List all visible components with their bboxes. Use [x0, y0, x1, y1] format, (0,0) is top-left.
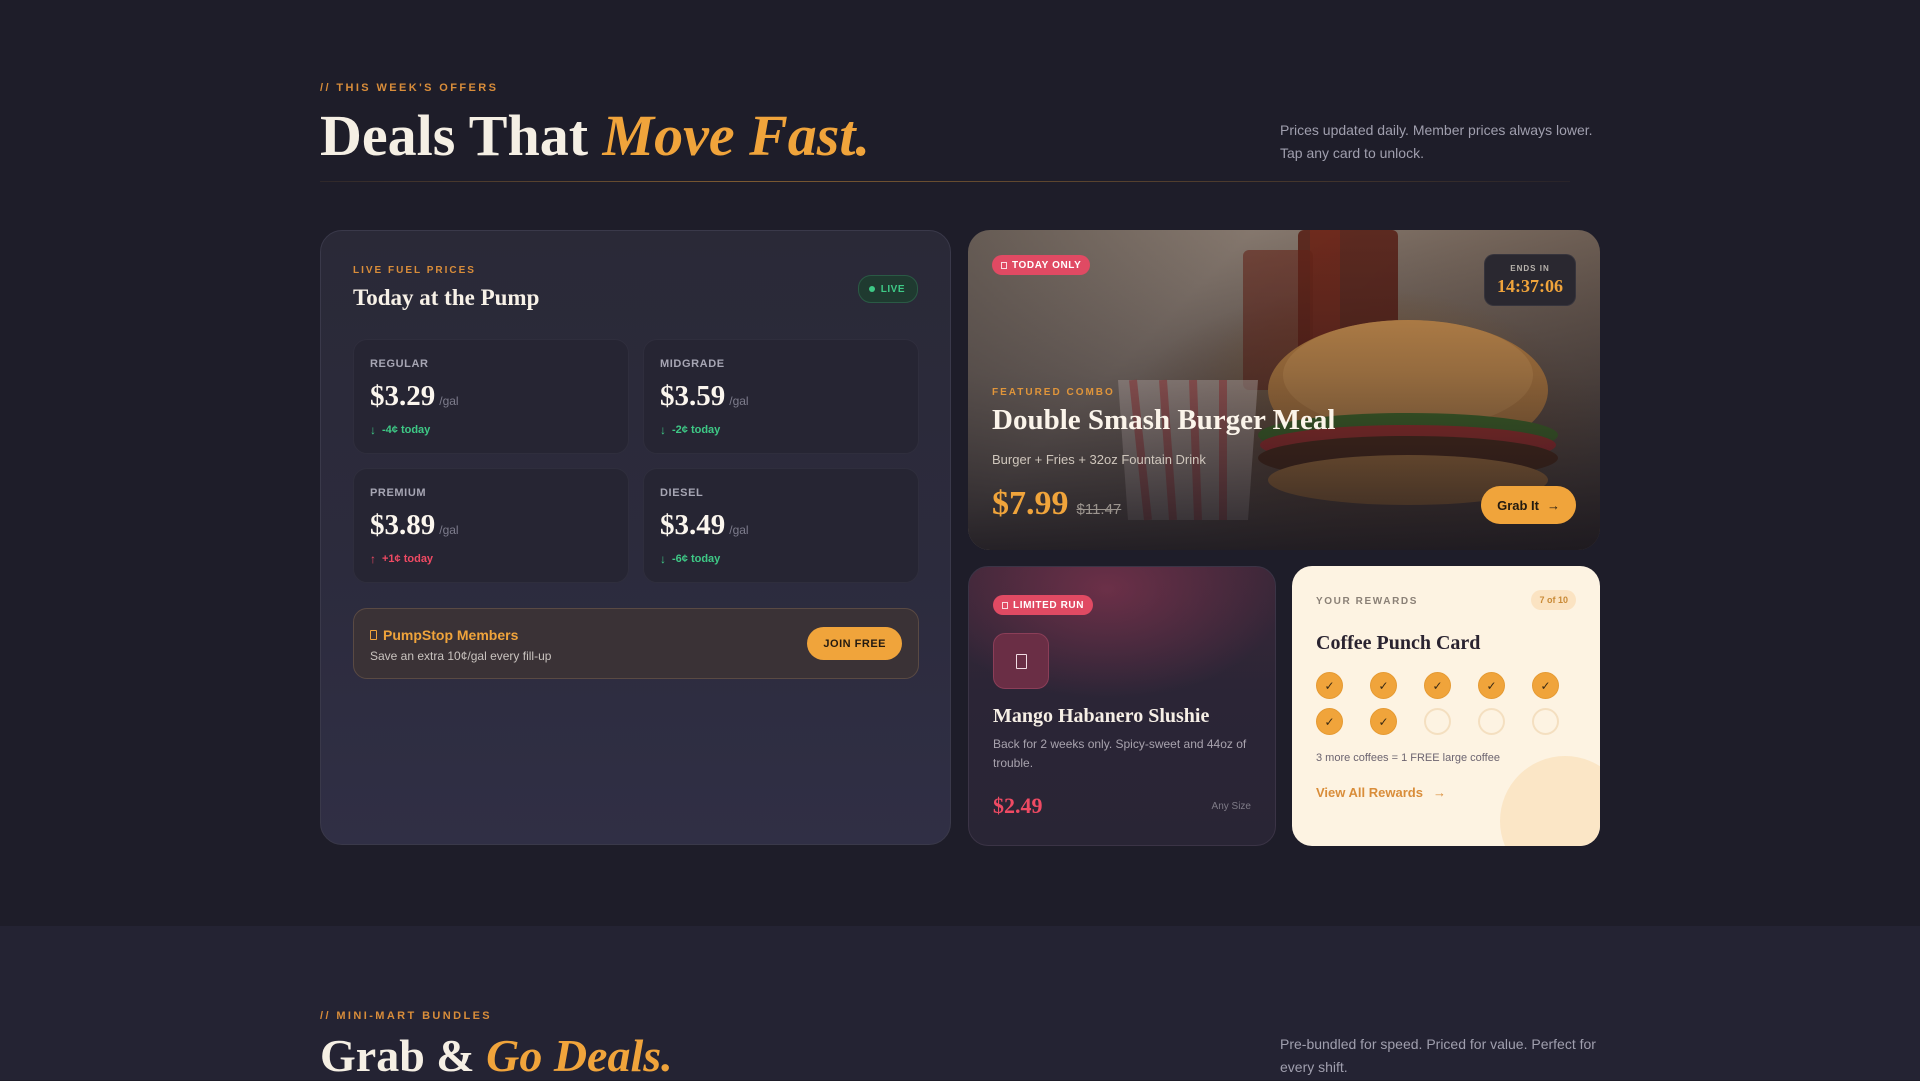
fuel-price: $3.29	[370, 380, 436, 412]
card-icon	[370, 630, 377, 640]
featured-title: Double Smash Burger Meal	[992, 404, 1336, 436]
live-badge: LIVE	[857, 275, 918, 303]
price-change: ↓ -4¢ today	[370, 423, 612, 437]
decorative-circle	[1500, 756, 1600, 846]
fuel-unit: /gal	[729, 394, 749, 408]
fuel-unit: /gal	[439, 523, 459, 537]
live-dot-icon	[868, 286, 875, 292]
punch-count-badge: 7 of 10	[1531, 590, 1576, 610]
arrow-down-icon: ↓	[660, 552, 666, 566]
punch-empty	[1424, 708, 1451, 735]
section-divider	[320, 181, 1570, 182]
tag-icon	[1001, 261, 1007, 269]
old-price: $11.47	[1076, 501, 1122, 518]
offers-title-accent: Move Fast.	[602, 103, 870, 168]
offers-eyebrow: // THIS WEEK'S OFFERS	[320, 82, 499, 94]
join-free-button[interactable]: JOIN FREE	[807, 627, 902, 660]
punch-filled-check-icon: ✓	[1370, 672, 1397, 699]
slushie-title: Mango Habanero Slushie	[993, 705, 1210, 727]
punch-filled-check-icon: ✓	[1532, 672, 1559, 699]
slushie-size: Any Size	[1211, 801, 1251, 812]
members-banner: PumpStop Members Save an extra 10¢/gal e…	[353, 608, 919, 679]
grab-it-label: Grab It	[1497, 497, 1539, 513]
cup-icon	[993, 633, 1049, 689]
featured-price: $7.99 $11.47	[992, 485, 1121, 523]
price-change: ↓ -2¢ today	[660, 423, 902, 437]
punch-empty	[1532, 708, 1559, 735]
countdown-time: 14:37:06	[1497, 276, 1563, 296]
countdown-label: ENDS IN	[1510, 264, 1550, 273]
featured-subtitle: Burger + Fries + 32oz Fountain Drink	[992, 452, 1206, 467]
punch-filled-check-icon: ✓	[1316, 672, 1343, 699]
offers-note: Prices updated daily. Member prices alwa…	[1280, 122, 1593, 161]
fuel-price: $3.49	[660, 509, 726, 541]
fuel-grade: PREMIUM	[370, 487, 427, 499]
price-change-text: -6¢ today	[672, 553, 721, 565]
fuel-grade: MIDGRADE	[660, 358, 725, 370]
fuel-grade: REGULAR	[370, 358, 429, 370]
fuel-price: $3.59	[660, 380, 726, 412]
rewards-card: YOUR REWARDS 7 of 10 Coffee Punch Card ✓…	[1292, 566, 1600, 846]
price-change: ↓ -6¢ today	[660, 552, 902, 566]
view-all-rewards-link[interactable]: View All Rewards →	[1316, 785, 1446, 800]
bundles-section-background	[0, 926, 1920, 1080]
fuel-price: $3.89	[370, 509, 436, 541]
fuel-unit: /gal	[439, 394, 459, 408]
bundles-eyebrow: // MINI-MART BUNDLES	[320, 1010, 493, 1022]
price-tile-premium[interactable]: PREMIUM $3.89 /gal ↑ +1¢ today	[353, 468, 629, 583]
arrow-right-icon: →	[1432, 785, 1446, 800]
offers-title-plain: Deals That	[320, 103, 603, 168]
rewards-title: Coffee Punch Card	[1316, 632, 1481, 654]
slushie-card[interactable]: LIMITED RUN Mango Habanero Slushie Back …	[968, 566, 1276, 846]
fuel-card-title: Today at the Pump	[353, 285, 540, 310]
bundles-title-plain: Grab &	[320, 1030, 487, 1081]
slushie-description: Back for 2 weeks only. Spicy-sweet and 4…	[993, 737, 1247, 770]
arrow-down-icon: ↓	[660, 423, 666, 437]
limited-run-badge: LIMITED RUN	[993, 595, 1094, 615]
view-all-rewards-label: View All Rewards	[1316, 785, 1423, 800]
tag-icon	[1002, 601, 1008, 609]
fuel-grade: DIESEL	[660, 487, 704, 499]
punch-filled-check-icon: ✓	[1424, 672, 1451, 699]
arrow-down-icon: ↓	[370, 423, 376, 437]
fuel-unit: /gal	[729, 523, 749, 537]
rewards-note: 3 more coffees = 1 FREE large coffee	[1316, 752, 1500, 764]
price-change-text: -2¢ today	[672, 424, 721, 436]
live-label: LIVE	[880, 283, 905, 295]
arrow-right-icon: →	[1547, 497, 1560, 513]
price-tile-midgrade[interactable]: MIDGRADE $3.59 /gal ↓ -2¢ today	[643, 339, 919, 454]
today-only-badge: TODAY ONLY	[992, 255, 1091, 275]
punch-empty	[1478, 708, 1505, 735]
fuel-prices-card: LIVE FUEL PRICES Today at the Pump LIVE …	[320, 230, 951, 845]
featured-combo-card[interactable]: TODAY ONLY ENDS IN 14:37:06 FEATURED COM…	[968, 230, 1600, 550]
punch-filled-check-icon: ✓	[1478, 672, 1505, 699]
price-tile-diesel[interactable]: DIESEL $3.49 /gal ↓ -6¢ today	[643, 468, 919, 583]
offers-title: Deals That Move Fast.	[320, 107, 870, 165]
price-change-text: +1¢ today	[382, 553, 434, 565]
grab-it-button[interactable]: Grab It →	[1481, 486, 1576, 524]
countdown-timer: ENDS IN 14:37:06	[1484, 254, 1576, 306]
punch-filled-check-icon: ✓	[1316, 708, 1343, 735]
bundles-title: Grab & Go Deals.	[320, 1033, 673, 1079]
bundles-title-accent: Go Deals.	[486, 1030, 673, 1081]
rewards-eyebrow: YOUR REWARDS	[1316, 596, 1418, 607]
punch-filled-check-icon: ✓	[1370, 708, 1397, 735]
featured-eyebrow: FEATURED COMBO	[992, 387, 1115, 398]
cup-glyph	[1015, 653, 1027, 669]
arrow-up-icon: ↑	[370, 552, 376, 566]
slushie-price: $2.49	[993, 793, 1043, 818]
current-price: $7.99	[992, 485, 1069, 522]
members-title-text: PumpStop Members	[383, 627, 519, 643]
price-change-text: -4¢ today	[382, 424, 431, 436]
fuel-eyebrow: LIVE FUEL PRICES	[353, 265, 476, 276]
price-tile-regular[interactable]: REGULAR $3.29 /gal ↓ -4¢ today	[353, 339, 629, 454]
today-only-label: TODAY ONLY	[1012, 259, 1082, 271]
bundles-note: Pre-bundled for speed. Priced for value.…	[1280, 1036, 1596, 1075]
limited-run-label: LIMITED RUN	[1013, 599, 1085, 611]
price-change: ↑ +1¢ today	[370, 552, 612, 566]
